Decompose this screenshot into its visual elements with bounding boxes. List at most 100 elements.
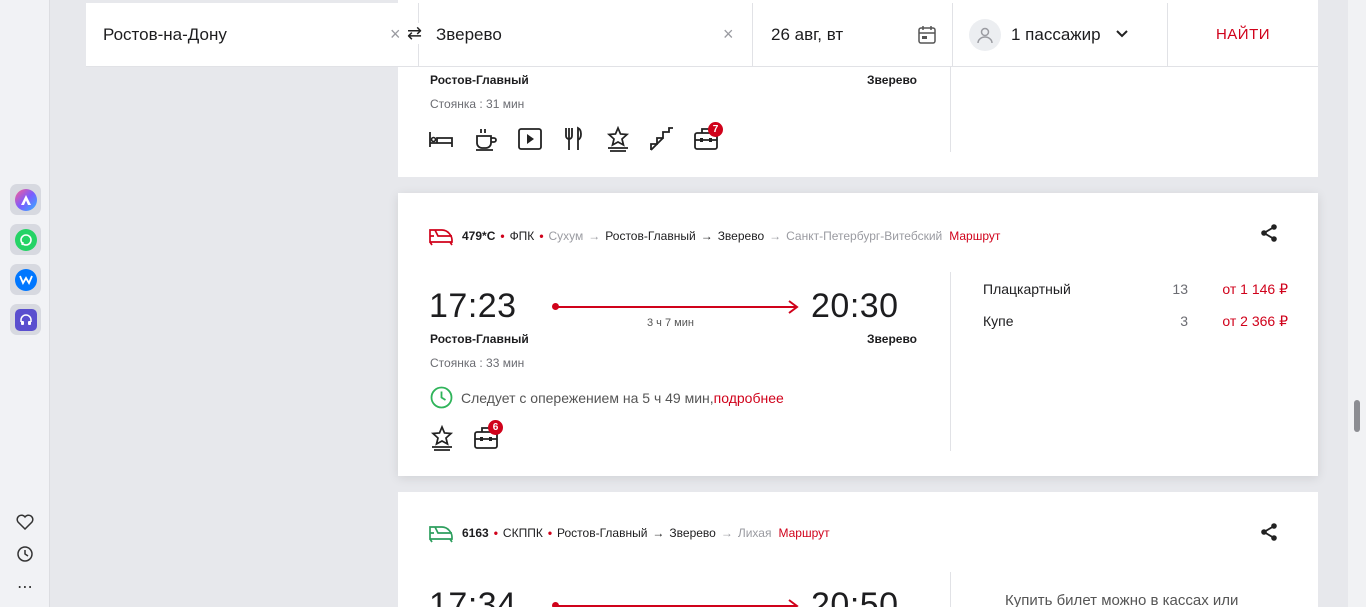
swap-icon[interactable]: ⇄: [407, 23, 423, 44]
arrow-head-icon: [788, 300, 799, 314]
separator-dot: •: [493, 526, 498, 540]
route-link[interactable]: Маршрут: [949, 229, 1000, 243]
to-value: Зверево: [436, 24, 502, 44]
whatsapp-app-button[interactable]: [10, 224, 41, 255]
stairs-icon: [650, 127, 673, 151]
video-icon: [518, 128, 542, 150]
fare-row[interactable]: Купе 3 от 2 366 ₽: [983, 313, 1288, 330]
whatsapp-icon: [14, 228, 37, 251]
arrow-icon: →: [652, 526, 665, 540]
clear-to-button[interactable]: ×: [723, 24, 734, 45]
user-icon: [969, 18, 1001, 51]
route-to: Зверево: [717, 229, 765, 243]
arrow-icon: →: [588, 229, 601, 243]
date-field[interactable]: 26 авг, вт: [753, 3, 953, 66]
fare-seats: 13: [1172, 281, 1188, 297]
vk-icon: [14, 268, 37, 291]
clock-icon: [430, 386, 453, 409]
departure-time: 17:23: [429, 287, 517, 325]
departure-station: Ростов-Главный: [430, 332, 529, 346]
comfort-icon: [606, 126, 630, 152]
route-to: Зверево: [669, 526, 716, 540]
card-divider: [950, 272, 951, 451]
arrival-time: 20:30: [811, 287, 899, 325]
comfort-icon: [430, 425, 454, 451]
browser-sidebar: ⋯: [0, 0, 50, 607]
history-button[interactable]: [14, 543, 36, 565]
fare-price: от 2 366 ₽: [1222, 313, 1288, 329]
notice-text: Следует с опережением на 5 ч 49 мин,: [461, 389, 714, 406]
chevron-down-icon: [1116, 30, 1128, 38]
fare-row[interactable]: Плацкартный 13 от 1 146 ₽: [983, 281, 1288, 298]
alice-app-button[interactable]: [10, 184, 41, 215]
separator-dot: •: [547, 526, 553, 540]
separator-dot: •: [500, 229, 505, 243]
arrival-time: 20:50: [811, 586, 899, 607]
train-icon: [429, 229, 453, 246]
passengers-value: 1 пассажир: [1011, 24, 1101, 44]
arrow-icon: →: [720, 526, 733, 540]
route-origin: Сухум: [548, 229, 584, 243]
route-link[interactable]: Маршрут: [778, 526, 829, 540]
vk-app-button[interactable]: [10, 264, 41, 295]
card-divider: [950, 60, 951, 152]
train-header: 6163 • СКППК • Ростов-Главный → Зверево …: [428, 523, 830, 543]
scroll-thumb[interactable]: [1354, 400, 1360, 432]
calendar-icon: [918, 26, 936, 44]
luggage-badge: 6: [488, 420, 503, 435]
share-icon[interactable]: [1259, 522, 1279, 542]
carrier: ФПК: [509, 229, 535, 243]
train-card-2[interactable]: 479*С • ФПК • Сухум → Ростов-Главный → З…: [398, 193, 1318, 476]
card-divider: [950, 572, 951, 607]
route-from: Ростов-Главный: [605, 229, 696, 243]
more-icon: ⋯: [17, 579, 33, 596]
find-button[interactable]: НАЙТИ: [1168, 3, 1318, 66]
more-button[interactable]: ⋯: [14, 576, 36, 598]
to-field[interactable]: ⇄ Зверево ×: [407, 3, 753, 66]
carrier: СКППК: [502, 526, 543, 540]
stop-duration: Стоянка : 33 мин: [430, 356, 525, 370]
music-app-button[interactable]: [10, 304, 41, 335]
separator-dot: •: [539, 229, 544, 243]
fare-class: Плацкартный: [983, 281, 1071, 297]
train-number: 6163: [462, 526, 489, 540]
luggage-badge: 7: [708, 122, 723, 137]
schedule-notice: Следует с опережением на 5 ч 49 мин, под…: [430, 386, 784, 409]
arrow-icon: →: [700, 229, 713, 243]
restaurant-icon: [565, 126, 582, 150]
alice-icon: [14, 188, 37, 211]
share-icon[interactable]: [1259, 223, 1279, 243]
from-field[interactable]: Ростов-на-Дону ×: [86, 3, 419, 66]
date-value: 26 авг, вт: [771, 24, 844, 44]
fare-price: от 1 146 ₽: [1222, 281, 1288, 297]
page-scrollbar[interactable]: [1348, 0, 1366, 607]
buy-info: Купить билет можно в кассах или: [1005, 592, 1239, 607]
history-icon: [17, 546, 33, 562]
heart-icon: [16, 514, 34, 530]
passengers-field[interactable]: 1 пассажир: [953, 3, 1168, 66]
arrow-icon: →: [769, 229, 782, 243]
travel-duration: 3 ч 7 мин: [647, 317, 694, 329]
search-bar: Ростов-на-Дону × ⇄ Зверево × 26 авг, вт …: [86, 3, 1318, 67]
stop-duration: Стоянка : 31 мин: [430, 97, 525, 111]
notice-details-link[interactable]: подробнее: [714, 390, 784, 406]
train-number: 479*С: [462, 229, 496, 243]
favorites-button[interactable]: [14, 511, 36, 533]
arrival-station: Зверево: [867, 73, 917, 87]
train-card-3[interactable]: 6163 • СКППК • Ростов-Главный → Зверево …: [398, 492, 1318, 607]
route-line: [556, 306, 796, 308]
from-value: Ростов-на-Дону: [103, 24, 227, 44]
arrival-station: Зверево: [867, 332, 917, 346]
suburban-train-icon: [429, 526, 453, 543]
train-header: 479*С • ФПК • Сухум → Ростов-Главный → З…: [428, 226, 1000, 246]
fare-class: Купе: [983, 313, 1014, 329]
route-destination: Лихая: [737, 526, 772, 540]
bed-icon: [429, 132, 453, 147]
route-destination: Санкт-Петербург-Витебский: [786, 229, 943, 243]
route-from: Ростов-Главный: [557, 526, 648, 540]
arrow-head-icon: [788, 599, 799, 607]
coffee-icon: [476, 129, 497, 151]
departure-time: 17:34: [429, 586, 517, 607]
fare-seats: 3: [1180, 313, 1188, 329]
clear-from-button[interactable]: ×: [390, 24, 401, 45]
